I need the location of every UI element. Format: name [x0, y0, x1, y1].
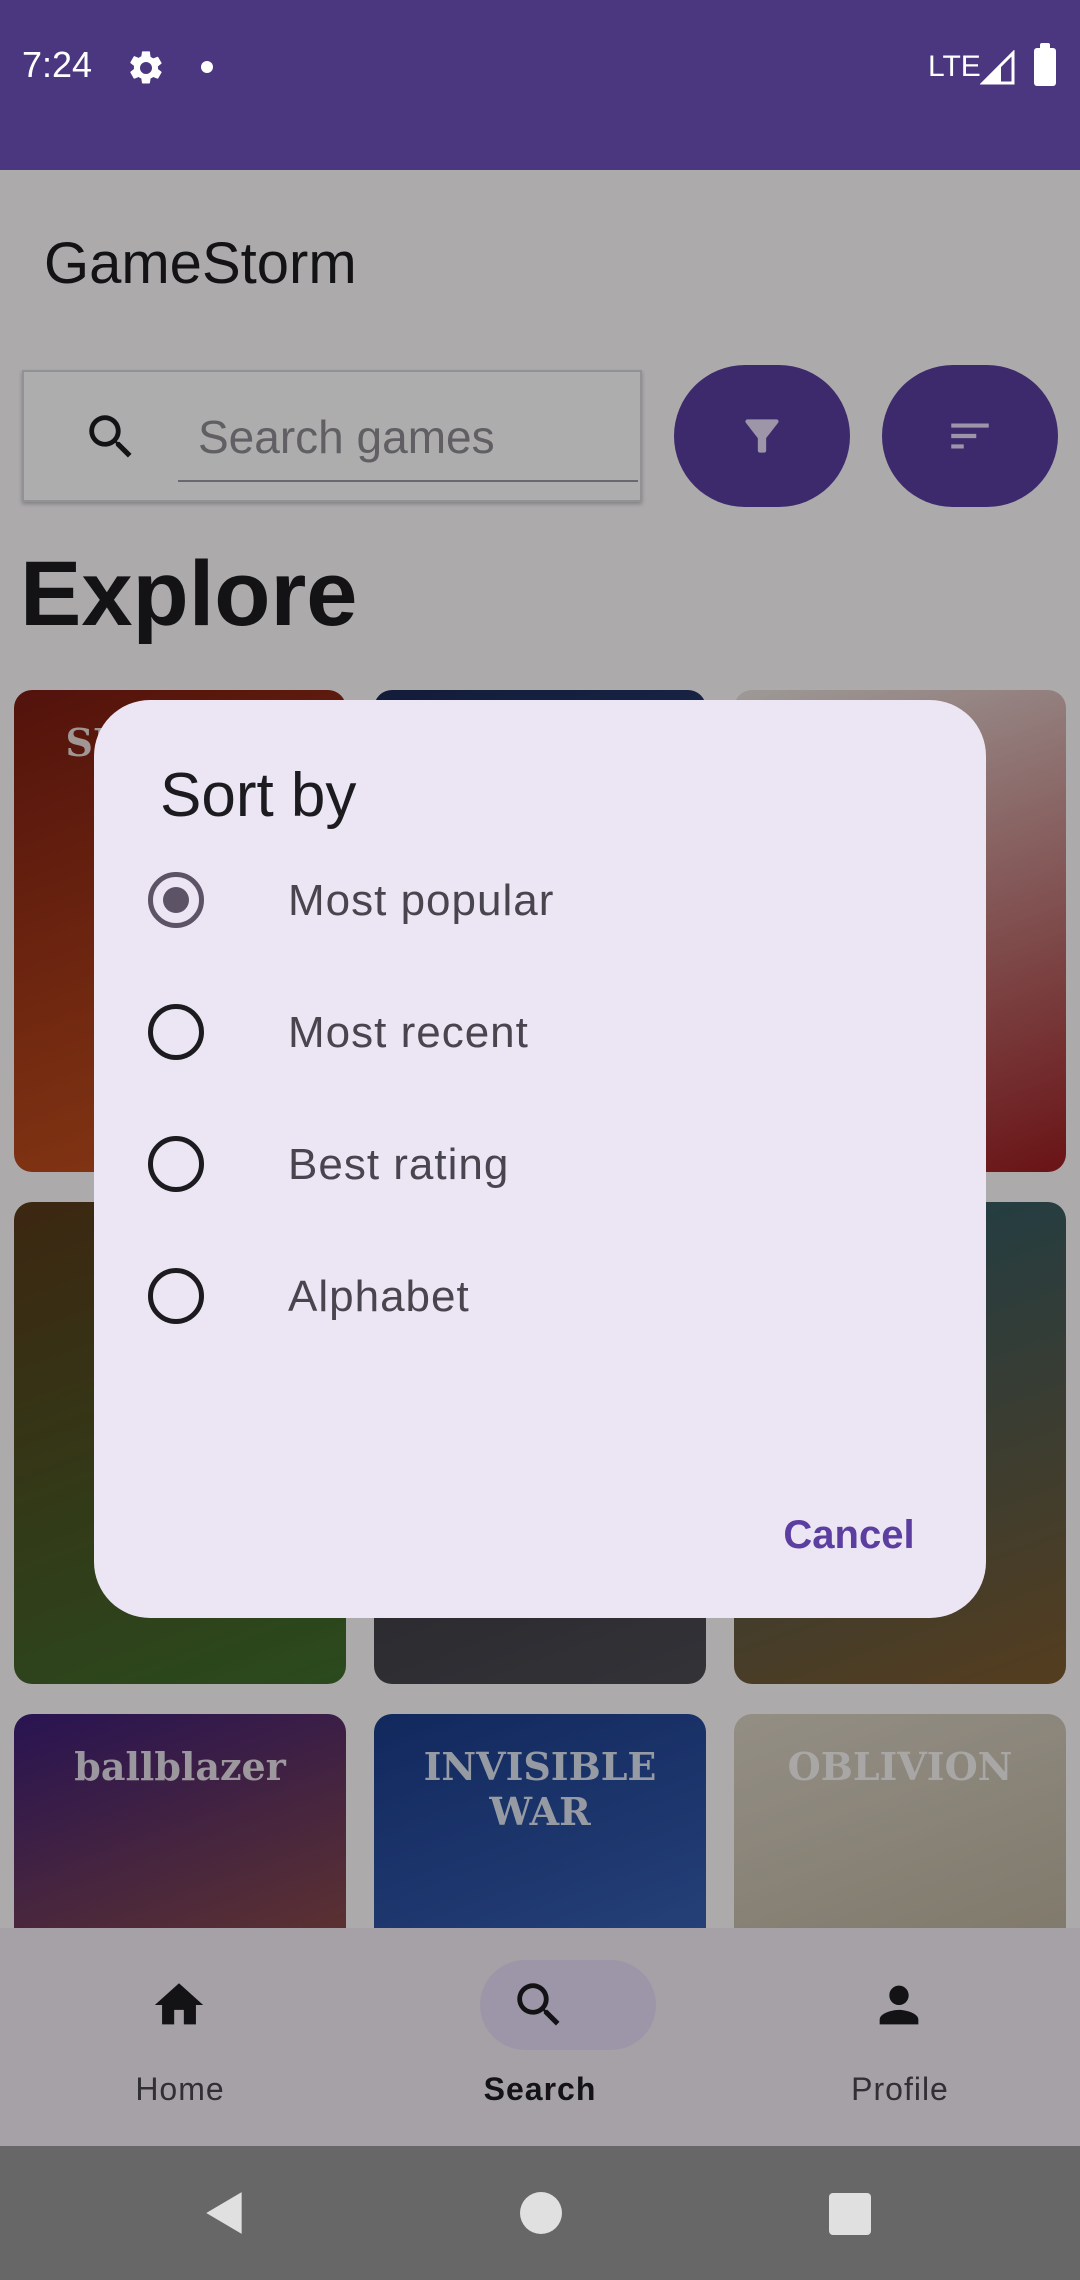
sort-option-label: Most popular	[288, 876, 555, 925]
system-navigation-bar	[0, 2146, 1080, 2280]
sort-option[interactable]: Most popular	[148, 840, 938, 960]
home-circle-icon[interactable]	[520, 2192, 562, 2234]
cancel-button[interactable]: Cancel	[744, 1490, 954, 1580]
sort-dialog: Sort by Most popular Most recent Best rati…	[94, 700, 986, 1618]
network-type: LTE	[928, 50, 981, 83]
status-bar: 7:24 LTE	[0, 0, 1080, 170]
dialog-title: Sort by	[160, 761, 357, 830]
sort-option[interactable]: Best rating	[148, 1104, 938, 1224]
sort-option[interactable]: Most recent	[148, 972, 938, 1092]
battery-icon	[1034, 43, 1056, 86]
recents-icon[interactable]	[829, 2193, 871, 2235]
sort-option-label: Best rating	[288, 1140, 510, 1189]
status-time: 7:24	[22, 44, 93, 85]
signal-icon	[980, 50, 1015, 85]
back-icon[interactable]	[200, 2188, 250, 2238]
radio-selected-icon[interactable]	[148, 872, 204, 928]
sort-option[interactable]: Alphabet	[148, 1236, 938, 1356]
gear-icon	[130, 51, 162, 84]
radio-unselected-icon[interactable]	[148, 1004, 204, 1060]
radio-unselected-icon[interactable]	[148, 1136, 204, 1192]
sort-option-label: Most recent	[288, 1008, 529, 1057]
sort-option-label: Alphabet	[288, 1272, 470, 1321]
radio-unselected-icon[interactable]	[148, 1268, 204, 1324]
notification-dot-icon	[201, 61, 213, 73]
